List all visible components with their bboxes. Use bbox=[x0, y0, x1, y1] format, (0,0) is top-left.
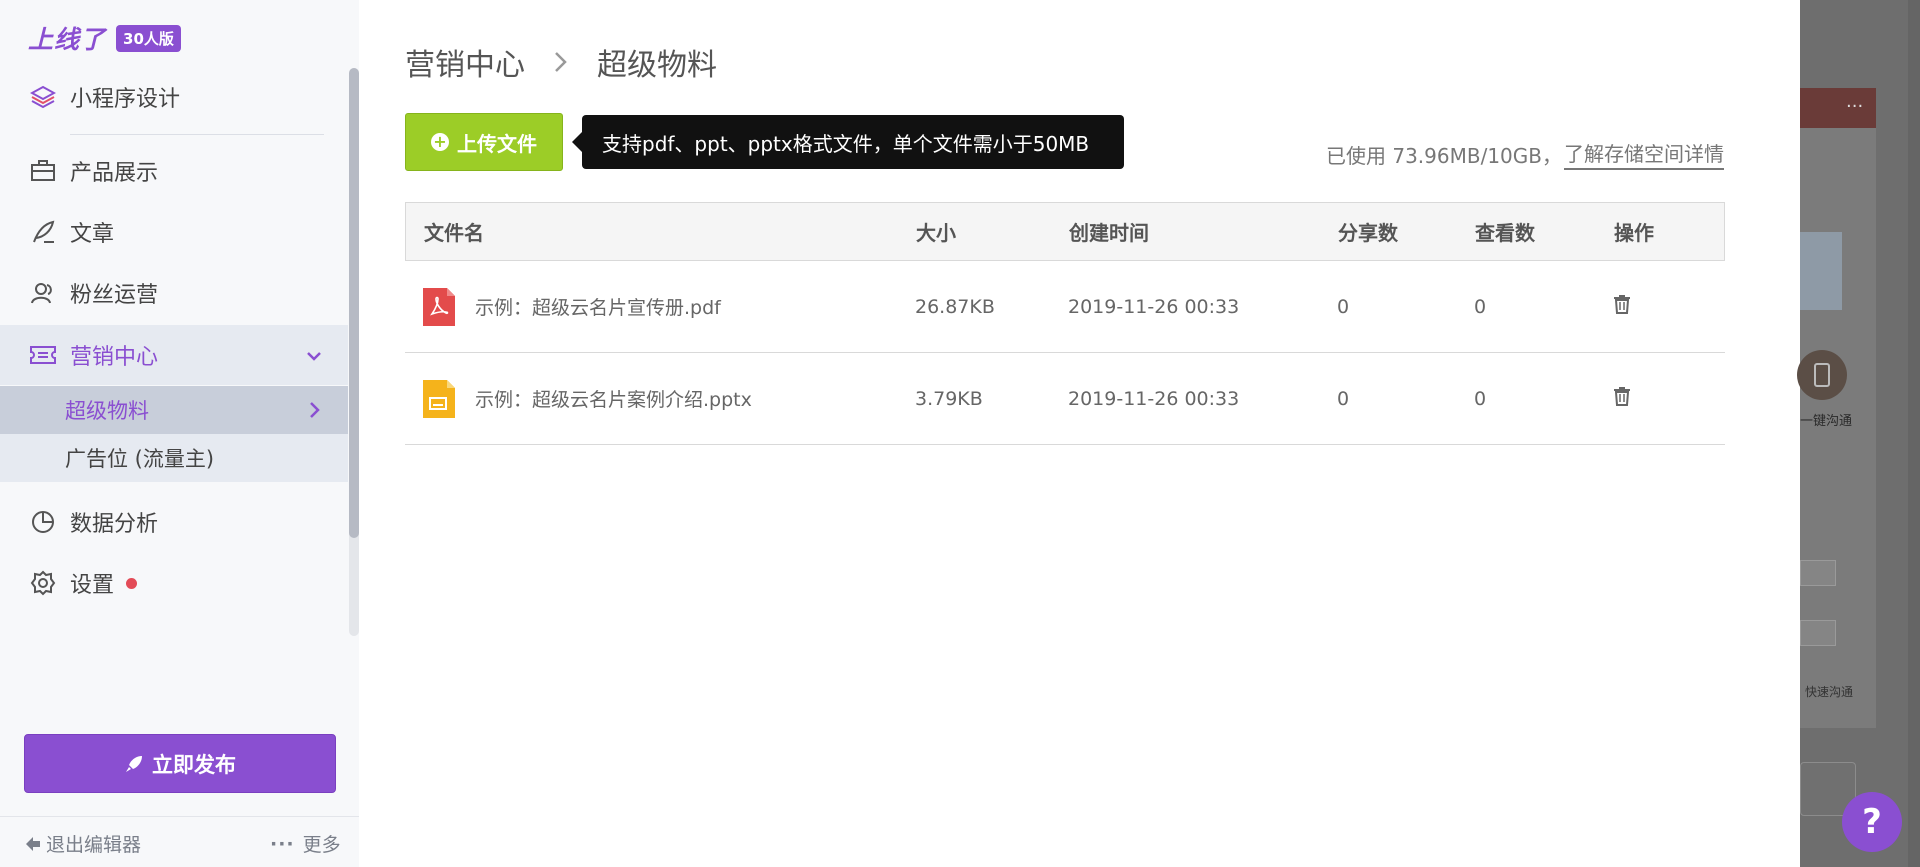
file-shares: 0 bbox=[1337, 295, 1350, 318]
preview-contact-label: 一键沟通 bbox=[1800, 414, 1853, 429]
file-views: 0 bbox=[1474, 295, 1487, 318]
sidebar-subitem-label: 广告位 (流量主) bbox=[65, 447, 215, 471]
table-row: 示例：超级云名片宣传册.pdf 26.87KB 2019-11-26 00:33… bbox=[405, 261, 1725, 353]
more-label: 更多 bbox=[302, 834, 341, 856]
plan-badge: 30人版 bbox=[116, 24, 181, 52]
sidebar-item-label: 文章 bbox=[70, 222, 115, 247]
sidebar-item-label: 粉丝运营 bbox=[70, 283, 159, 308]
storage-details-link[interactable]: 了解存储空间详情 bbox=[1564, 138, 1724, 170]
chevron-right-icon bbox=[306, 400, 322, 425]
file-name-cell: 示例：超级云名片案例介绍.pptx bbox=[405, 379, 915, 418]
file-name[interactable]: 示例：超级云名片案例介绍.pptx bbox=[475, 385, 752, 412]
more-dots-icon: ··· bbox=[1846, 96, 1864, 117]
file-name-cell: 示例：超级云名片宣传册.pdf bbox=[405, 287, 915, 326]
breadcrumb-item-current: 超级物料 bbox=[597, 48, 717, 83]
preview-thumbnail bbox=[1800, 232, 1842, 310]
page-scrollbar[interactable] bbox=[1908, 0, 1920, 867]
chevron-down-icon bbox=[306, 345, 322, 370]
sidebar-footer-divider bbox=[0, 816, 359, 817]
upload-file-button[interactable]: + 上传文件 bbox=[405, 113, 563, 171]
file-size: 26.87KB bbox=[915, 295, 995, 318]
pie-chart-icon bbox=[28, 507, 58, 537]
rocket-icon bbox=[126, 755, 142, 772]
sidebar-subitem-label: 超级物料 bbox=[65, 399, 149, 423]
sidebar-item-fans[interactable]: 粉丝运营 bbox=[0, 263, 348, 323]
ticket-icon bbox=[28, 340, 58, 370]
exit-editor-link[interactable]: 退出编辑器 bbox=[24, 830, 141, 857]
table-row: 示例：超级云名片案例介绍.pptx 3.79KB 2019-11-26 00:3… bbox=[405, 353, 1725, 445]
file-created: 2019-11-26 00:33 bbox=[1068, 387, 1240, 410]
layers-icon bbox=[28, 82, 58, 112]
briefcase-icon bbox=[28, 156, 58, 186]
users-icon bbox=[28, 278, 58, 308]
upload-label: 上传文件 bbox=[457, 131, 537, 156]
header-created: 创建时间 bbox=[1069, 221, 1149, 245]
header-views: 查看数 bbox=[1475, 221, 1535, 245]
sidebar-item-marketing[interactable]: 营销中心 bbox=[0, 325, 348, 385]
header-shares: 分享数 bbox=[1338, 221, 1398, 245]
pptx-file-icon bbox=[423, 379, 455, 418]
file-size: 3.79KB bbox=[915, 387, 983, 410]
header-actions: 操作 bbox=[1614, 221, 1654, 245]
notification-dot bbox=[126, 577, 138, 589]
sidebar-item-label: 营销中心 bbox=[70, 345, 159, 370]
sidebar-subitem-ad-slots[interactable]: 广告位 (流量主) bbox=[0, 434, 348, 482]
exit-label: 退出编辑器 bbox=[46, 834, 142, 856]
sidebar-item-label: 数据分析 bbox=[70, 512, 159, 537]
file-created: 2019-11-26 00:33 bbox=[1068, 295, 1240, 318]
sidebar: 上线了 30人版 小程序设计 产品展示 文章 粉丝运营 营销中心 超级物料 广告… bbox=[0, 0, 359, 867]
file-shares: 0 bbox=[1337, 387, 1350, 410]
publish-button[interactable]: 立即发布 bbox=[24, 734, 336, 793]
sidebar-item-label: 小程序设计 bbox=[70, 87, 181, 112]
file-table: 文件名 大小 创建时间 分享数 查看数 操作 示例：超级云名片宣传册.pdf 2… bbox=[405, 202, 1725, 445]
feather-pen-icon bbox=[28, 217, 58, 247]
sidebar-item-analytics[interactable]: 数据分析 bbox=[0, 492, 348, 552]
breadcrumb: 营销中心 超级物料 bbox=[405, 40, 717, 84]
upload-tooltip: 支持pdf、ppt、pptx格式文件，单个文件需小于50MB bbox=[572, 115, 1124, 169]
help-button[interactable]: ? bbox=[1842, 792, 1902, 852]
logo: 上线了 30人版 bbox=[28, 20, 181, 56]
preview-call-label: 快速沟通 bbox=[1805, 685, 1854, 699]
more-link[interactable]: ··· 更多 bbox=[270, 830, 341, 857]
file-name[interactable]: 示例：超级云名片宣传册.pdf bbox=[475, 293, 721, 320]
sidebar-item-articles[interactable]: 文章 bbox=[0, 202, 348, 262]
logo-text: 上线了 bbox=[28, 25, 107, 54]
preview-header bbox=[1800, 88, 1876, 128]
sidebar-item-settings[interactable]: 设置 bbox=[0, 553, 348, 613]
sidebar-item-label: 设置 bbox=[70, 573, 115, 598]
preview-element bbox=[1800, 560, 1836, 586]
storage-used: 已使用 73.96MB/10GB， bbox=[1326, 143, 1562, 168]
publish-label: 立即发布 bbox=[152, 752, 236, 777]
sidebar-item-products[interactable]: 产品展示 bbox=[0, 141, 348, 201]
more-dots-icon: ··· bbox=[270, 832, 295, 855]
preview-element bbox=[1800, 620, 1836, 646]
pdf-file-icon bbox=[423, 287, 455, 326]
table-header: 文件名 大小 创建时间 分享数 查看数 操作 bbox=[405, 202, 1725, 261]
delete-button[interactable] bbox=[1613, 386, 1713, 411]
sidebar-divider bbox=[70, 134, 324, 135]
sidebar-item-label: 产品展示 bbox=[70, 161, 159, 186]
phone-icon bbox=[1797, 350, 1847, 400]
sidebar-item-miniprogram-design[interactable]: 小程序设计 bbox=[0, 67, 348, 127]
arrow-left-icon bbox=[26, 836, 40, 851]
gear-icon bbox=[28, 568, 58, 598]
trash-icon bbox=[1614, 295, 1630, 314]
sidebar-subitem-super-materials[interactable]: 超级物料 bbox=[0, 386, 348, 434]
file-views: 0 bbox=[1474, 387, 1487, 410]
trash-icon bbox=[1614, 387, 1630, 406]
header-size: 大小 bbox=[916, 221, 956, 245]
breadcrumb-item-marketing[interactable]: 营销中心 bbox=[405, 40, 525, 84]
storage-info: 已使用 73.96MB/10GB， 了解存储空间详情 bbox=[1326, 138, 1724, 170]
chevron-right-icon bbox=[553, 49, 569, 75]
delete-button[interactable] bbox=[1613, 294, 1713, 319]
sidebar-scrollbar-thumb[interactable] bbox=[349, 68, 359, 538]
plus-circle-icon: + bbox=[431, 133, 449, 151]
header-filename: 文件名 bbox=[424, 221, 484, 245]
sidebar-fade bbox=[0, 625, 348, 643]
